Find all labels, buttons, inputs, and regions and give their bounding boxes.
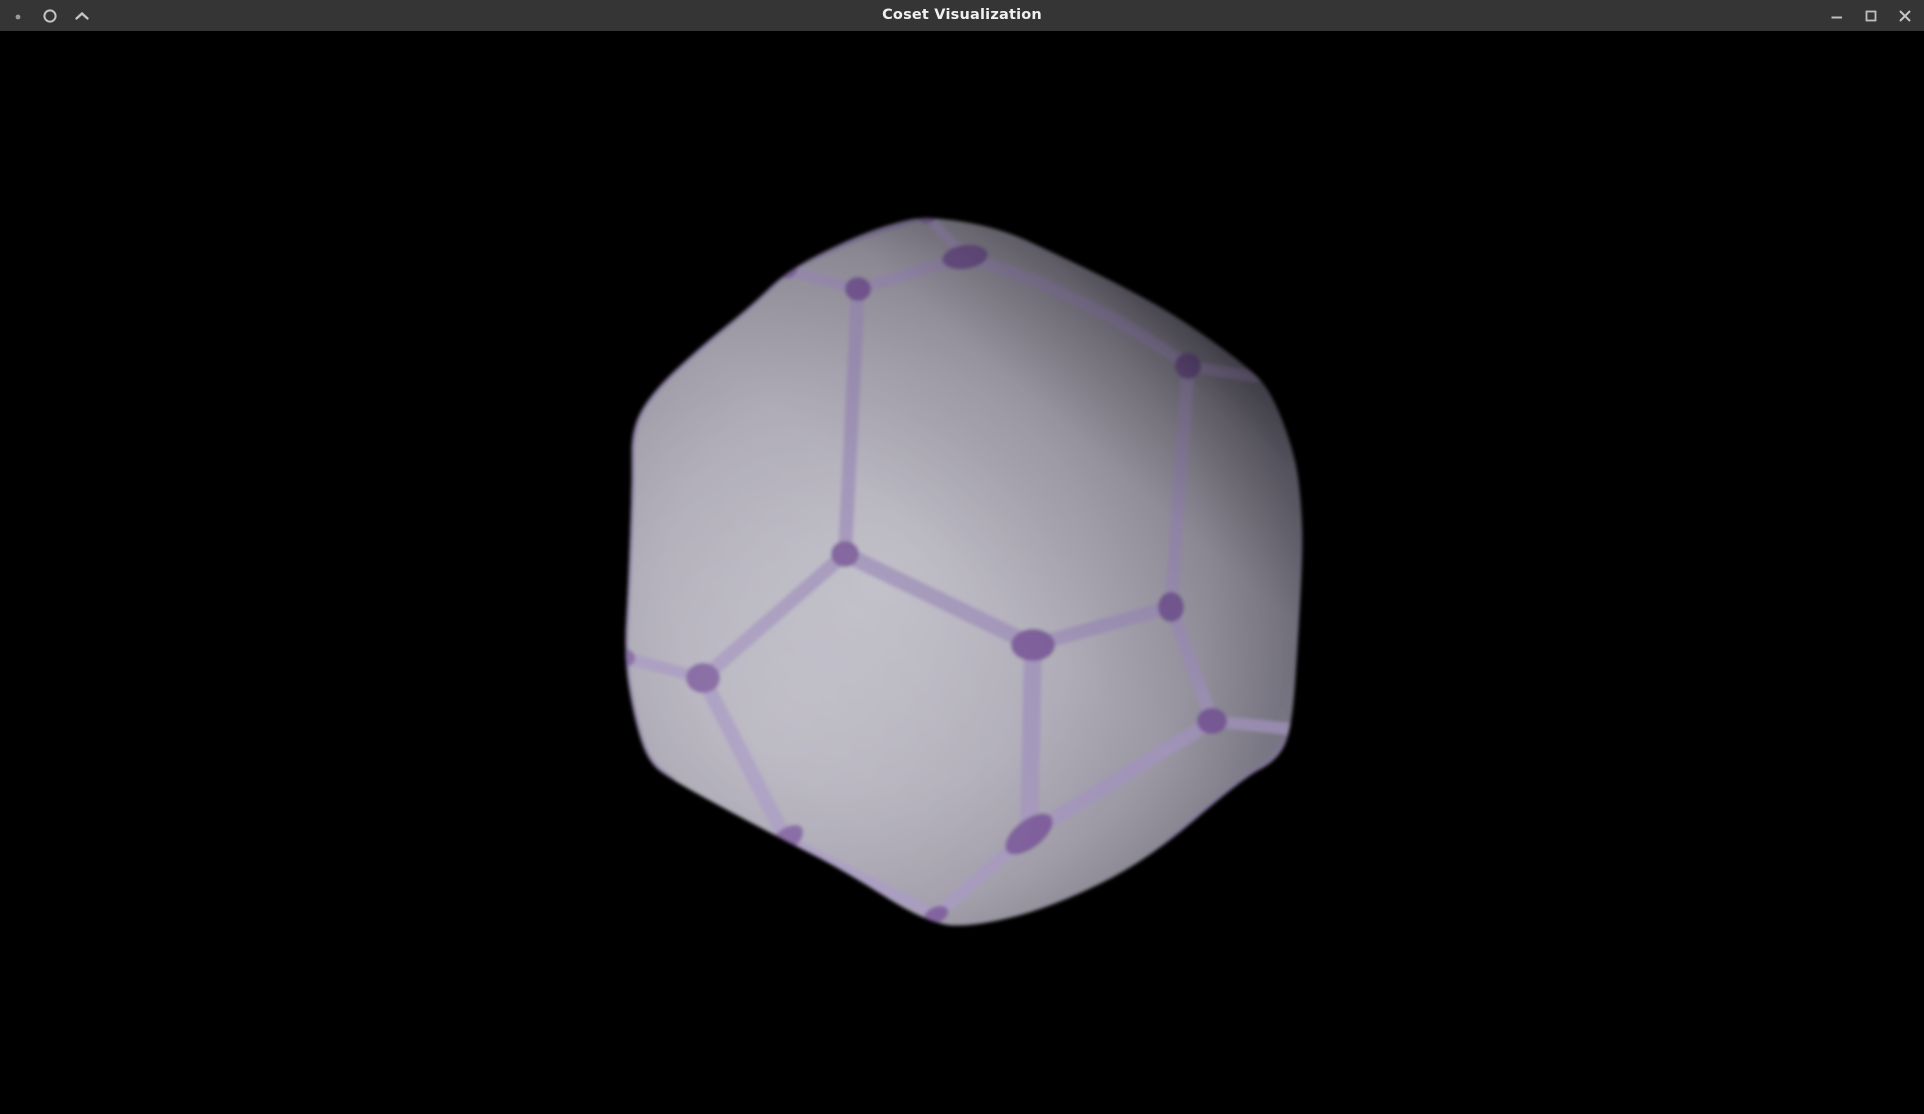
- app-dot-icon[interactable]: [2, 0, 34, 31]
- chevron-up-glyph: [74, 8, 90, 24]
- app-window: Coset Visualization: [0, 0, 1924, 1114]
- coset-polytope: [560, 170, 1360, 970]
- dot-glyph: [11, 9, 25, 23]
- close-button[interactable]: [1888, 0, 1922, 31]
- titlebar[interactable]: Coset Visualization: [0, 0, 1924, 31]
- coset-viewport[interactable]: [0, 0, 1924, 1114]
- minimize-button[interactable]: [1820, 0, 1854, 31]
- maximize-button[interactable]: [1854, 0, 1888, 31]
- chevron-up-icon[interactable]: [66, 0, 98, 31]
- coset-polytope-canvas[interactable]: [0, 0, 1924, 1114]
- shading-overlay: [560, 170, 1360, 970]
- circle-glyph: [42, 8, 58, 24]
- window-title: Coset Visualization: [0, 0, 1924, 31]
- minimize-icon: [1829, 8, 1845, 24]
- close-icon: [1897, 8, 1913, 24]
- maximize-icon: [1863, 8, 1879, 24]
- circle-icon[interactable]: [34, 0, 66, 31]
